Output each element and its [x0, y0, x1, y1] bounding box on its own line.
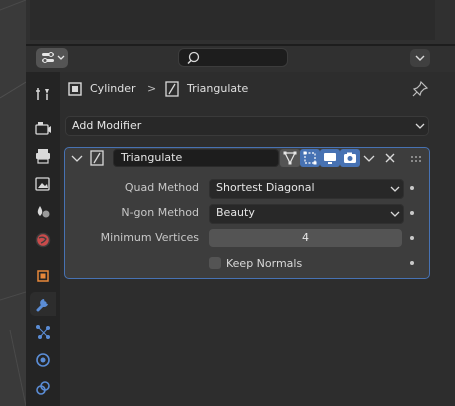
image-icon	[35, 177, 50, 191]
collapse-chevron-icon[interactable]	[70, 151, 84, 165]
ngon-method-label: N-gon Method	[121, 206, 199, 219]
tab-tool[interactable]	[30, 82, 56, 106]
keyframe-dot-icon[interactable]	[410, 186, 414, 190]
upper-editor-region	[30, 0, 435, 40]
add-modifier-label: Add Modifier	[72, 119, 142, 132]
breadcrumb-object: Cylinder	[90, 82, 136, 95]
chevron-down-icon	[415, 55, 425, 61]
triangulate-icon	[88, 149, 106, 167]
tool-icon	[36, 88, 49, 100]
tab-object[interactable]	[30, 264, 56, 288]
edit-mode-icon	[303, 151, 317, 165]
quad-method-value: Shortest Diagonal	[216, 181, 315, 194]
chevron-down-icon	[415, 123, 425, 129]
object-data-icon	[66, 80, 84, 98]
tab-constraints[interactable]	[30, 376, 56, 400]
tab-modifiers[interactable]	[30, 292, 56, 316]
search-icon	[187, 51, 200, 65]
editor-type-button[interactable]	[36, 48, 68, 68]
properties-editor-icon	[42, 52, 65, 63]
search-input[interactable]	[178, 48, 288, 67]
tab-view-layer[interactable]	[30, 172, 56, 196]
drag-handle-icon[interactable]	[410, 153, 424, 162]
keep-normals-label: Keep Normals	[226, 257, 303, 270]
camera-icon	[344, 152, 356, 163]
modifier-name-text: Triangulate	[121, 151, 183, 164]
physics-icon	[36, 353, 50, 367]
options-dropdown-button[interactable]	[410, 49, 430, 67]
triangulate-icon	[163, 80, 181, 98]
tab-physics[interactable]	[30, 348, 56, 372]
viewport-3d-edge[interactable]	[0, 0, 26, 406]
modifier-menu-chevron-icon[interactable]	[362, 150, 376, 166]
min-vertices-label: Minimum Vertices	[100, 231, 199, 244]
viewport-grid-lines	[0, 0, 26, 406]
chevron-down-icon	[390, 211, 400, 217]
close-icon[interactable]	[383, 150, 397, 166]
particles-icon	[36, 325, 50, 339]
printer-icon	[36, 149, 50, 164]
render-icon	[35, 122, 51, 135]
keep-normals-checkbox[interactable]	[209, 257, 221, 269]
constraints-icon	[36, 381, 50, 395]
keyframe-dot-icon[interactable]	[410, 261, 414, 265]
min-vertices-value: 4	[302, 231, 309, 244]
tab-render[interactable]	[30, 116, 56, 140]
breadcrumb-separator: >	[147, 82, 157, 95]
on-cage-button[interactable]	[280, 149, 300, 167]
object-icon	[37, 270, 49, 282]
ngon-method-value: Beauty	[216, 206, 255, 219]
tab-scene[interactable]	[30, 200, 56, 224]
tab-particles[interactable]	[30, 320, 56, 344]
scene-icon	[37, 206, 50, 218]
tab-output[interactable]	[30, 144, 56, 168]
monitor-icon	[324, 153, 336, 164]
pin-icon[interactable]	[411, 80, 429, 98]
edit-mode-button[interactable]	[300, 149, 320, 167]
tab-world[interactable]	[30, 228, 56, 252]
chevron-down-icon	[390, 186, 400, 192]
keyframe-dot-icon[interactable]	[410, 236, 414, 240]
wrench-icon	[36, 299, 48, 312]
breadcrumb-modifier: Triangulate	[187, 82, 249, 95]
vertex-triangle-icon	[283, 151, 297, 165]
world-icon	[35, 232, 51, 248]
realtime-viewport-button[interactable]	[320, 149, 340, 167]
quad-method-label: Quad Method	[124, 181, 199, 194]
keyframe-dot-icon[interactable]	[410, 211, 414, 215]
render-toggle-button[interactable]	[340, 149, 360, 167]
